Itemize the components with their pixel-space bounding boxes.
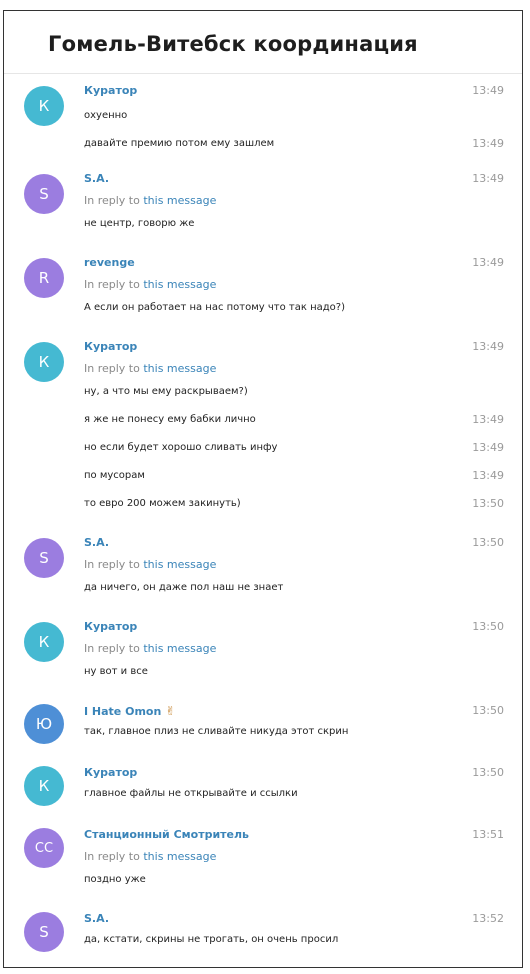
author-name-text: S.A.	[84, 912, 109, 925]
avatar[interactable]: R	[24, 258, 64, 298]
reply-link[interactable]: this message	[143, 194, 216, 207]
message-time: 13:50	[472, 497, 504, 510]
message-time: 13:49	[472, 172, 504, 185]
reply-link[interactable]: this message	[143, 278, 216, 291]
message-text: главное файлы не открывайте и ссылки	[84, 788, 298, 799]
reply-reference: In reply to this message	[84, 850, 216, 863]
reply-reference: In reply to this message	[84, 362, 216, 375]
message-text: я же не понесу ему бабки лично	[84, 414, 256, 425]
author-name-text: Куратор	[84, 620, 138, 633]
avatar[interactable]: К	[24, 342, 64, 382]
message-text: то евро 200 можем закинуть)	[84, 498, 241, 509]
avatar[interactable]: СС	[24, 828, 64, 868]
author-name-text: revenge	[84, 256, 135, 269]
message-time: 13:50	[472, 536, 504, 549]
avatar[interactable]: К	[24, 766, 64, 806]
message-time: 13:50	[472, 766, 504, 779]
message-time: 13:50	[472, 620, 504, 633]
message-time: 13:49	[472, 137, 504, 150]
message-time: 13:49	[472, 469, 504, 482]
reply-link[interactable]: this message	[143, 642, 216, 655]
hand-icon: ✌	[165, 704, 176, 718]
author-name[interactable]: Куратор	[84, 84, 137, 97]
author-name-text: Куратор	[84, 340, 138, 353]
reply-reference: In reply to this message	[84, 642, 216, 655]
reply-reference: In reply to this message	[84, 278, 216, 291]
message-text: А если он работает на нас потому что так…	[84, 302, 345, 313]
author-name-text: S.A.	[84, 536, 109, 549]
reply-link[interactable]: this message	[143, 558, 216, 571]
author-name[interactable]: I Hate Omon ✌	[84, 704, 175, 718]
message-text: давайте премию потом ему зашлем	[84, 138, 275, 149]
message-text: да ничего, он даже пол наш не знает	[84, 582, 284, 593]
reply-prefix: In reply to	[84, 558, 140, 571]
avatar[interactable]: Ю	[24, 704, 64, 744]
reply-reference: In reply to this message	[84, 558, 216, 571]
reply-prefix: In reply to	[84, 278, 140, 291]
author-name[interactable]: S.A.	[84, 172, 109, 185]
author-name[interactable]: Куратор	[84, 620, 137, 633]
author-name-text: Станционный Смотритель	[84, 828, 249, 841]
message-time: 13:51	[472, 828, 504, 841]
chat-title: Гомель-Витебск координация	[48, 32, 418, 56]
reply-prefix: In reply to	[84, 194, 140, 207]
avatar[interactable]: К	[24, 86, 64, 126]
message-time: 13:49	[472, 413, 504, 426]
message-text: не центр, говорю же	[84, 218, 195, 229]
reply-prefix: In reply to	[84, 362, 140, 375]
message-time: 13:52	[472, 912, 504, 925]
message-time: 13:49	[472, 441, 504, 454]
author-name-text: Куратор	[84, 766, 138, 779]
reply-link[interactable]: this message	[143, 362, 216, 375]
reply-prefix: In reply to	[84, 642, 140, 655]
message-text: поздно уже	[84, 874, 146, 885]
author-name[interactable]: revenge	[84, 256, 135, 269]
author-name-text: I Hate Omon	[84, 705, 162, 718]
reply-link[interactable]: this message	[143, 850, 216, 863]
message-time: 13:50	[472, 704, 504, 717]
message-text: охуенно	[84, 110, 128, 121]
message-text: по мусорам	[84, 470, 145, 481]
author-name-text: S.A.	[84, 172, 109, 185]
avatar[interactable]: S	[24, 174, 64, 214]
author-name-text: Куратор	[84, 84, 138, 97]
avatar[interactable]: К	[24, 622, 64, 662]
author-name[interactable]: Куратор	[84, 340, 137, 353]
message-time: 13:49	[472, 256, 504, 269]
chat-window: Гомель-Витебск координация К Куратор 13:49…	[3, 10, 523, 968]
message-time: 13:49	[472, 84, 504, 97]
avatar[interactable]: S	[24, 912, 64, 952]
message-text: так, главное плиз не сливайте никуда это…	[84, 726, 349, 737]
reply-prefix: In reply to	[84, 850, 140, 863]
author-name[interactable]: S.A.	[84, 912, 109, 925]
author-name[interactable]: Станционный Смотритель	[84, 828, 249, 841]
message-time: 13:49	[472, 340, 504, 353]
author-name[interactable]: Куратор	[84, 766, 137, 779]
message-text: ну, а что мы ему раскрываем?)	[84, 386, 248, 397]
message-text: ну вот и все	[84, 666, 148, 677]
message-text: но если будет хорошо сливать инфу	[84, 442, 278, 453]
chat-header: Гомель-Витебск координация	[4, 11, 522, 74]
reply-reference: In reply to this message	[84, 194, 216, 207]
avatar[interactable]: S	[24, 538, 64, 578]
author-name[interactable]: S.A.	[84, 536, 109, 549]
message-text: да, кстати, скрины не трогать, он очень …	[84, 934, 339, 945]
